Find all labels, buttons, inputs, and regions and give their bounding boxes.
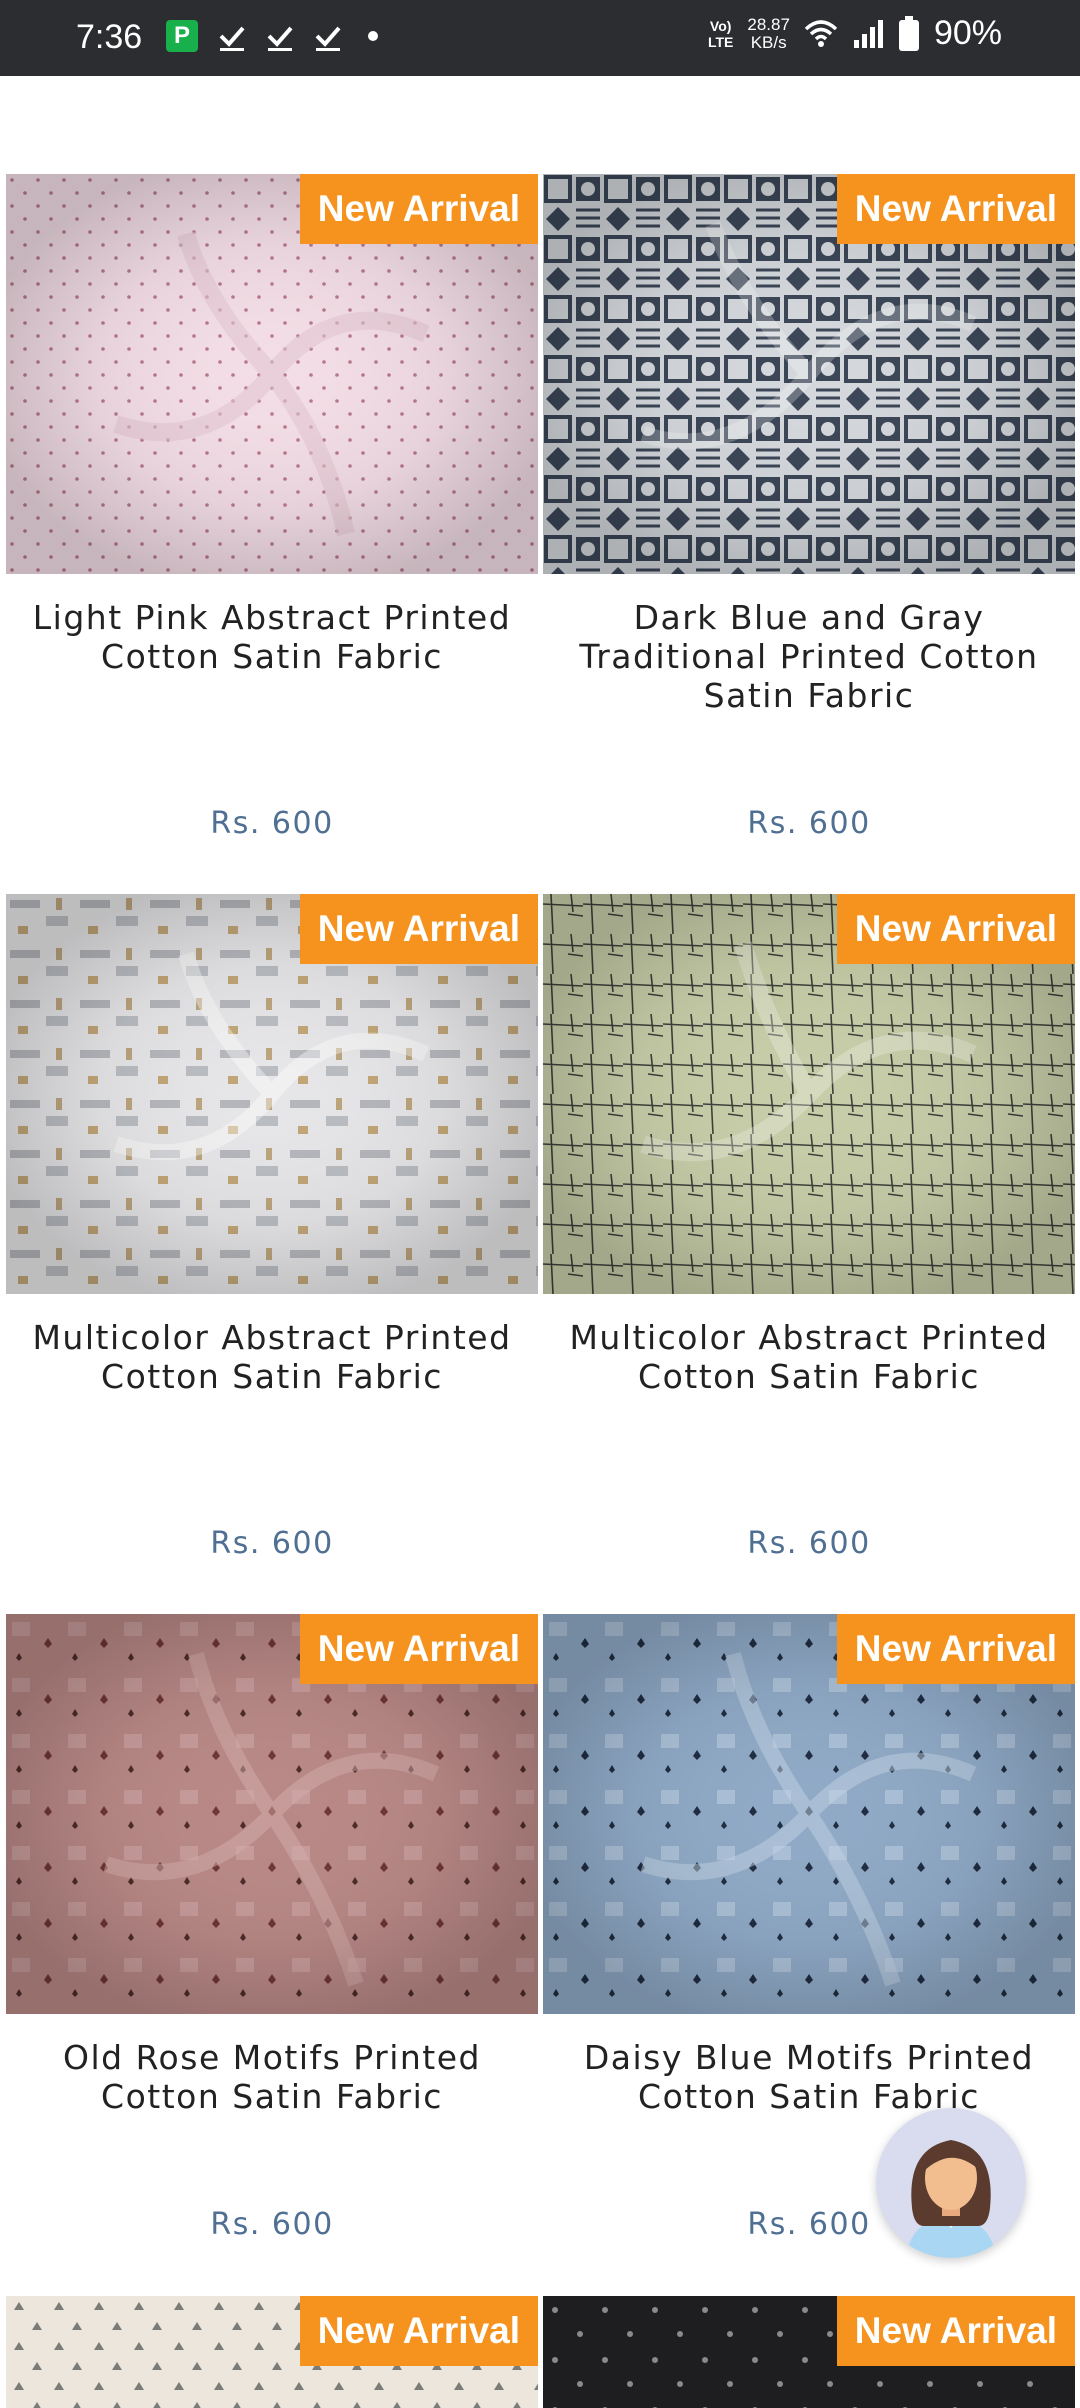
product-image[interactable]: New Arrival	[543, 894, 1075, 1294]
signal-icon	[853, 19, 883, 48]
battery-icon	[898, 15, 919, 51]
product-image[interactable]: New Arrival	[543, 1614, 1075, 2014]
wifi-icon	[804, 19, 838, 47]
product-title[interactable]: Dark Blue and Gray Traditional Printed C…	[543, 598, 1075, 715]
status-bar: 7:36 P Vo) LTE 28.87 KB/s 90%	[0, 0, 1080, 76]
new-arrival-badge: New Arrival	[299, 174, 538, 244]
product-price: Rs. 600	[747, 1526, 871, 1561]
battery-percentage: 90%	[933, 14, 1002, 52]
product-title[interactable]: Multicolor Abstract Printed Cotton Satin…	[543, 1318, 1075, 1396]
new-arrival-badge: New Arrival	[836, 174, 1075, 244]
product-image[interactable]: New Arrival	[6, 2296, 538, 2408]
product-price: Rs. 600	[747, 806, 871, 841]
system-icons: Vo) LTE 28.87 KB/s 90%	[708, 14, 1002, 53]
product-image[interactable]: New Arrival	[6, 1614, 538, 2014]
product-image[interactable]: New Arrival	[6, 894, 538, 1294]
new-arrival-badge: New Arrival	[836, 894, 1075, 964]
check-icon	[315, 26, 341, 51]
new-arrival-badge: New Arrival	[299, 2296, 538, 2366]
status-time: 7:36	[76, 18, 143, 56]
volte-indicator: Vo) LTE	[707, 17, 734, 50]
support-agent-avatar-icon	[906, 2140, 996, 2258]
check-icon	[219, 26, 245, 51]
new-arrival-badge: New Arrival	[836, 2296, 1075, 2366]
payment-app-icon: P	[166, 20, 198, 52]
product-title[interactable]: Daisy Blue Motifs Printed Cotton Satin F…	[543, 2038, 1075, 2116]
product-image[interactable]: New Arrival	[543, 2296, 1075, 2408]
product-price: Rs. 600	[210, 806, 334, 841]
more-notifications-dot-icon	[368, 31, 378, 41]
product-price: Rs. 600	[210, 1526, 334, 1561]
check-icon	[267, 26, 293, 51]
product-title[interactable]: Light Pink Abstract Printed Cotton Satin…	[6, 598, 538, 676]
new-arrival-badge: New Arrival	[299, 894, 538, 964]
new-arrival-badge: New Arrival	[836, 1614, 1075, 1684]
product-title[interactable]: Old Rose Motifs Printed Cotton Satin Fab…	[6, 2038, 538, 2116]
network-speed: 28.87 KB/s	[747, 14, 790, 52]
chat-support-avatar-button[interactable]	[876, 2108, 1026, 2258]
product-image[interactable]: New Arrival	[543, 174, 1075, 574]
product-title[interactable]: Multicolor Abstract Printed Cotton Satin…	[6, 1318, 538, 1396]
product-image[interactable]: New Arrival	[6, 174, 538, 574]
product-price: Rs. 600	[210, 2207, 334, 2242]
new-arrival-badge: New Arrival	[299, 1614, 538, 1684]
notification-icons: P	[166, 20, 378, 52]
